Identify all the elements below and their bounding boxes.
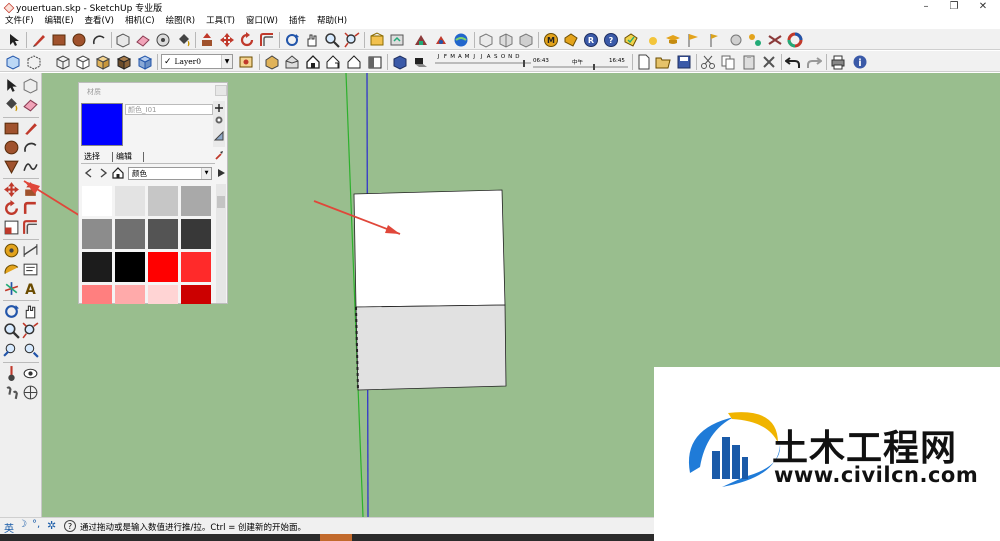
materials-panel-title: 材质 [87,88,101,96]
material-swatch[interactable] [148,285,178,304]
material-swatch[interactable] [181,285,211,304]
scrollbar-thumb[interactable] [217,196,225,208]
dropdown-arrow-icon: ▼ [201,168,211,179]
material-swatch[interactable] [82,285,112,304]
watermark-site-url: www.civilcn.com [774,463,979,487]
ime-width-icon[interactable]: ☽ [18,519,27,530]
material-swatch[interactable] [148,186,178,216]
material-swatch[interactable] [82,252,112,282]
material-swatch[interactable] [148,252,178,282]
material-swatch[interactable] [115,285,145,304]
panel-close-button[interactable] [215,85,227,96]
tab-divider [143,152,144,162]
library-nav-row: 颜色 ▼ [81,167,227,181]
material-swatch[interactable] [181,252,211,282]
material-swatch[interactable] [82,186,112,216]
watermark-logo: 土木工程网 www.civilcn.com [654,367,1000,541]
tab-edit[interactable]: 编辑 [116,151,132,162]
material-swatch[interactable] [181,219,211,249]
material-name-field[interactable]: 颜色_I01 [125,104,213,115]
material-swatch[interactable] [181,186,211,216]
create-material-icon[interactable] [214,115,224,125]
sample-paint-eyedropper-icon[interactable] [214,150,224,160]
annotation-arrow-head [24,181,40,194]
back-arrow-icon[interactable] [83,167,95,179]
material-swatch[interactable] [115,252,145,282]
materials-panel: 材质 颜色_I01 选择 编辑 颜色 ▼ [78,82,228,304]
material-swatch-grid [80,184,216,304]
library-name: 颜色 [132,169,147,178]
details-arrow-icon[interactable] [215,167,227,179]
default-material-icon[interactable] [214,131,224,141]
tab-divider [112,152,113,162]
material-swatch[interactable] [115,219,145,249]
material-swatch[interactable] [148,219,178,249]
ime-punctuation-icon[interactable]: °, [32,519,40,530]
forward-arrow-icon[interactable] [97,167,109,179]
tab-select[interactable]: 选择 [84,151,100,162]
status-message: 通过拖动或是输入数值进行推/拉。Ctrl = 创建新的开始面。 [80,523,307,533]
material-library-dropdown[interactable]: 颜色 ▼ [128,167,212,180]
swatch-scrollbar[interactable] [216,184,226,303]
civil-engineering-logo-mark [688,412,781,487]
display-secondary-pane-icon[interactable] [214,103,224,113]
taskbar-accent [320,534,352,541]
status-bar: 英 ☽ °, ✲ ? 通过拖动或是输入数值进行推/拉。Ctrl = 创建新的开始… [0,517,654,535]
current-material-swatch [81,103,123,146]
help-icon[interactable]: ? [64,520,76,532]
ime-settings-icon[interactable]: ✲ [47,519,56,532]
material-swatch[interactable] [82,219,112,249]
material-swatch[interactable] [115,186,145,216]
panel-tabs: 选择 编辑 [81,150,215,164]
ime-language-indicator[interactable]: 英 [4,520,14,535]
home-icon[interactable] [112,167,124,179]
